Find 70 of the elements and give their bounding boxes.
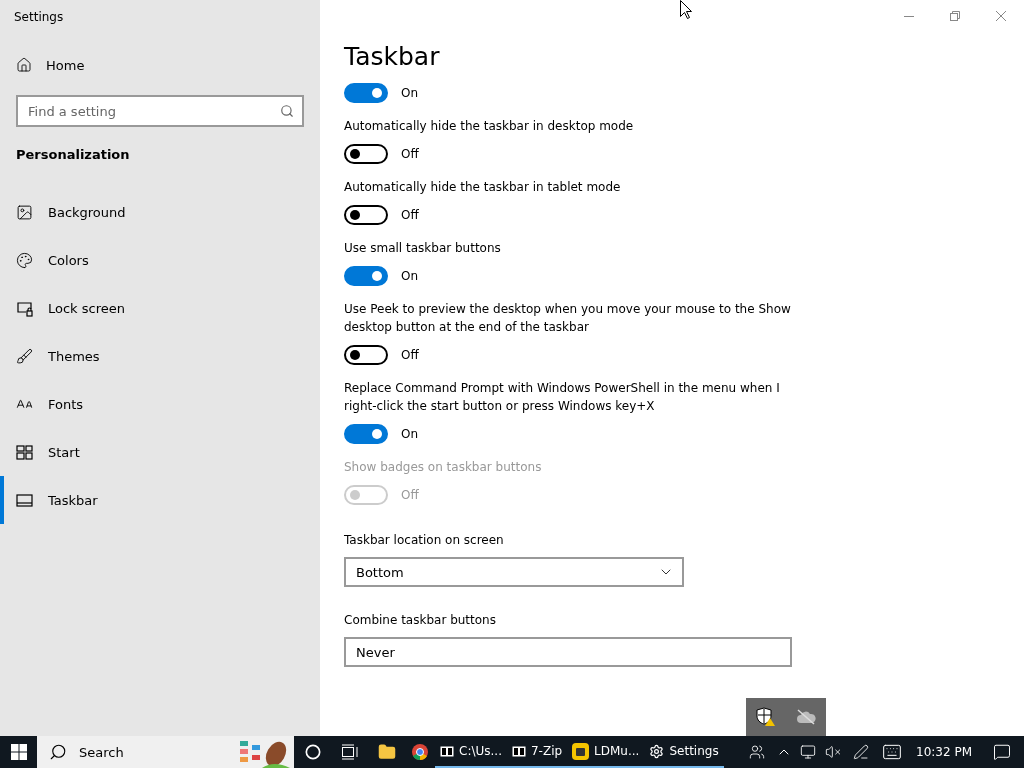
nav-item[interactable]: Colors	[0, 236, 320, 284]
section-heading: Personalization	[15, 147, 131, 164]
toggle-state: Off	[401, 147, 419, 161]
shield-warning-icon	[756, 707, 776, 727]
toggle-state: On	[401, 427, 419, 441]
circle-icon	[304, 744, 321, 760]
search-icon	[280, 104, 294, 118]
cloud-off-icon	[796, 709, 816, 725]
setting-label: Combine taskbar buttons	[344, 612, 497, 629]
archive-icon	[511, 745, 526, 757]
folder-icon	[377, 743, 396, 761]
windows-logo-icon	[10, 744, 27, 760]
page-title: Taskbar	[344, 42, 441, 73]
toggle-state: Off	[401, 208, 419, 222]
setting-label: Replace Command Prompt with Windows PowerShell in the menu when I right-click the start button or press Windows key+X	[344, 380, 781, 415]
taskbar-icon	[16, 493, 33, 507]
taskbar-app-button[interactable]: Settings	[644, 736, 724, 768]
message-icon	[993, 743, 1011, 761]
nav-item[interactable]: Themes	[0, 332, 320, 380]
archive-icon	[440, 745, 454, 757]
taskbar-app-button[interactable]: 7-Zip	[506, 736, 568, 768]
nav-item[interactable]: Lock screen	[0, 284, 320, 332]
network-icon	[800, 744, 816, 760]
taskbar-app-button[interactable]: C:\Us...	[435, 736, 507, 768]
close-icon	[996, 11, 1006, 21]
dropdown[interactable]: Never	[344, 637, 792, 667]
nav-item[interactable]: Background	[0, 188, 320, 236]
tiles-icon	[16, 444, 33, 460]
restore-icon	[950, 11, 960, 21]
gear-icon	[649, 743, 665, 759]
toggle-switch[interactable]	[344, 266, 388, 286]
window-title: Settings	[13, 9, 65, 26]
clock[interactable]: 10:32 PM	[908, 745, 980, 759]
setting-label: Taskbar location on screen	[344, 532, 505, 549]
toggle-switch[interactable]	[344, 345, 388, 365]
toggle-switch[interactable]	[344, 83, 388, 103]
app-icon	[572, 742, 590, 760]
toggle-switch[interactable]	[344, 205, 388, 225]
volume-muted-icon	[825, 744, 841, 760]
keyboard-icon	[882, 742, 902, 762]
nav-item[interactable]: Fonts	[0, 380, 320, 428]
nav-item[interactable]: Start	[0, 428, 320, 476]
dropdown[interactable]: Bottom	[344, 557, 684, 587]
house-icon	[16, 57, 32, 73]
taskbar-app-button[interactable]: LDMu...	[567, 736, 645, 768]
search-highlight-drawing	[238, 738, 290, 768]
setting-label: Use Peek to preview the desktop when you move your mouse to the Show desktop button at the end of the taskbar	[344, 301, 792, 336]
setting-label: Automatically hide the taskbar in tablet mode	[344, 179, 622, 196]
search-icon	[49, 743, 67, 761]
toggle-state: Off	[401, 348, 419, 362]
task-view-icon	[340, 744, 359, 760]
toggle-switch[interactable]	[344, 144, 388, 164]
search-box[interactable]: Search	[37, 736, 294, 768]
setting-label: Show badges on taskbar buttons	[344, 459, 543, 476]
toggle-switch[interactable]	[344, 424, 388, 444]
screen-lock-icon	[16, 299, 33, 317]
home-link[interactable]: Home	[0, 47, 320, 83]
toggle-state: On	[401, 86, 419, 100]
brush-icon	[16, 347, 33, 365]
people-icon	[749, 744, 765, 760]
search-field[interactable]: Find a setting	[16, 95, 304, 127]
browser-icon	[412, 744, 428, 760]
image-icon	[16, 203, 33, 221]
pen-icon	[853, 744, 869, 760]
toggle-state: On	[401, 269, 419, 283]
setting-label: Automatically hide the taskbar in desktop mode	[344, 118, 635, 135]
palette-icon	[16, 251, 33, 269]
setting-label: Use small taskbar buttons	[344, 240, 502, 257]
minimize-icon	[904, 15, 914, 17]
toggle-state: Off	[401, 488, 419, 502]
